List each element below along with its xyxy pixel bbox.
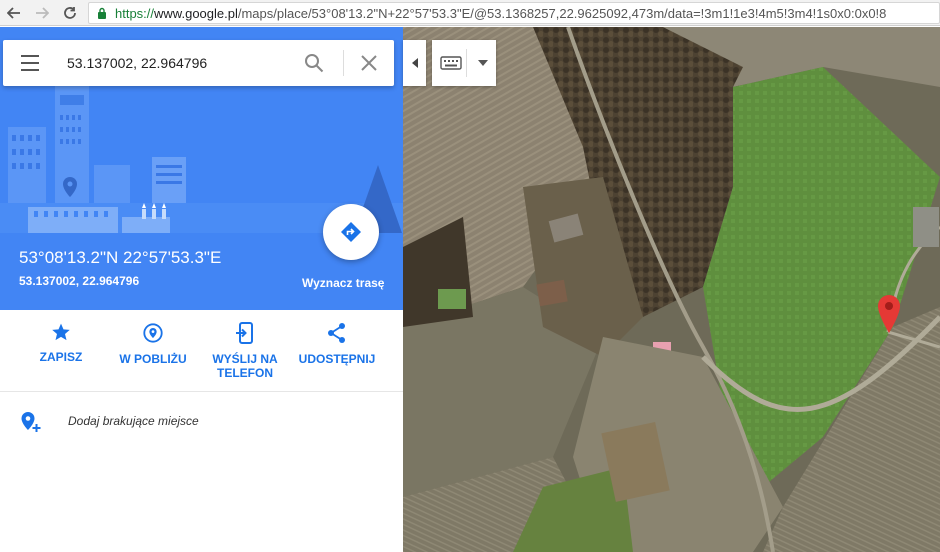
collapse-panel-button[interactable] bbox=[403, 40, 426, 86]
coordinates-dms: 53°08'13.2"N 22°57'53.3"E bbox=[19, 248, 222, 267]
satellite-map[interactable] bbox=[403, 27, 940, 552]
search-icon[interactable] bbox=[303, 52, 325, 74]
address-bar[interactable]: https://www.google.pl/maps/place/53°08'1… bbox=[88, 2, 940, 24]
share-button[interactable]: UDOSTĘPNIJ bbox=[292, 322, 382, 366]
close-icon[interactable] bbox=[359, 53, 379, 73]
save-button[interactable]: ZAPISZ bbox=[16, 322, 106, 364]
back-arrow-icon bbox=[7, 6, 20, 19]
nearby-button[interactable]: W POBLIŻU bbox=[108, 322, 198, 366]
coordinates-decimal: 53.137002, 22.964796 bbox=[19, 274, 140, 288]
chevron-down-icon[interactable] bbox=[478, 60, 488, 66]
url-protocol: https:// bbox=[115, 5, 155, 21]
share-icon bbox=[328, 323, 345, 343]
add-missing-place-label: Dodaj brakujące miejsce bbox=[68, 414, 199, 428]
url-path: /maps/place/53°08'13.2"N+22°57'53.3"E/@5… bbox=[237, 5, 887, 21]
back-button[interactable] bbox=[0, 0, 28, 26]
forward-button[interactable] bbox=[28, 0, 56, 26]
caret-left-icon bbox=[411, 58, 418, 68]
send-to-phone-label: WYŚLIJ NA TELEFON bbox=[212, 352, 278, 380]
place-panel: 53°08'13.2"N 22°57'53.3"E 53.137002, 22.… bbox=[0, 27, 403, 552]
add-location-icon bbox=[21, 412, 41, 432]
search-input[interactable] bbox=[67, 53, 287, 73]
star-icon bbox=[52, 323, 70, 341]
reload-icon bbox=[64, 6, 76, 19]
action-bar: ZAPISZ W POBLIŻU WYŚLIJ NA TELEFON UDOST… bbox=[0, 310, 403, 392]
share-label: UDOSTĘPNIJ bbox=[298, 352, 376, 366]
directions-label[interactable]: Wyznacz trasę bbox=[302, 276, 384, 290]
directions-button[interactable] bbox=[323, 204, 379, 260]
location-marker-icon[interactable] bbox=[877, 295, 901, 335]
save-label: ZAPISZ bbox=[39, 350, 83, 364]
lock-icon bbox=[98, 7, 106, 19]
directions-icon bbox=[341, 222, 361, 242]
search-box bbox=[3, 40, 394, 86]
keyboard-icon bbox=[440, 56, 462, 70]
satellite-imagery bbox=[403, 27, 940, 552]
url-host: www.google.pl bbox=[154, 5, 238, 21]
input-tools-button[interactable] bbox=[432, 40, 496, 86]
forward-arrow-icon bbox=[36, 6, 49, 19]
reload-button[interactable] bbox=[56, 0, 84, 26]
url-text: https://www.google.pl/maps/place/53°08'1… bbox=[115, 6, 886, 21]
browser-toolbar: https://www.google.pl/maps/place/53°08'1… bbox=[0, 0, 940, 26]
send-to-phone-icon bbox=[236, 322, 253, 344]
send-to-phone-button[interactable]: WYŚLIJ NA TELEFON bbox=[200, 322, 290, 380]
add-missing-place-row[interactable]: Dodaj brakujące miejsce bbox=[0, 397, 403, 445]
menu-icon[interactable] bbox=[21, 55, 41, 71]
input-tools-divider bbox=[466, 49, 467, 77]
nearby-icon bbox=[143, 323, 163, 343]
nearby-label: W POBLIŻU bbox=[119, 352, 187, 366]
search-divider bbox=[343, 50, 344, 76]
